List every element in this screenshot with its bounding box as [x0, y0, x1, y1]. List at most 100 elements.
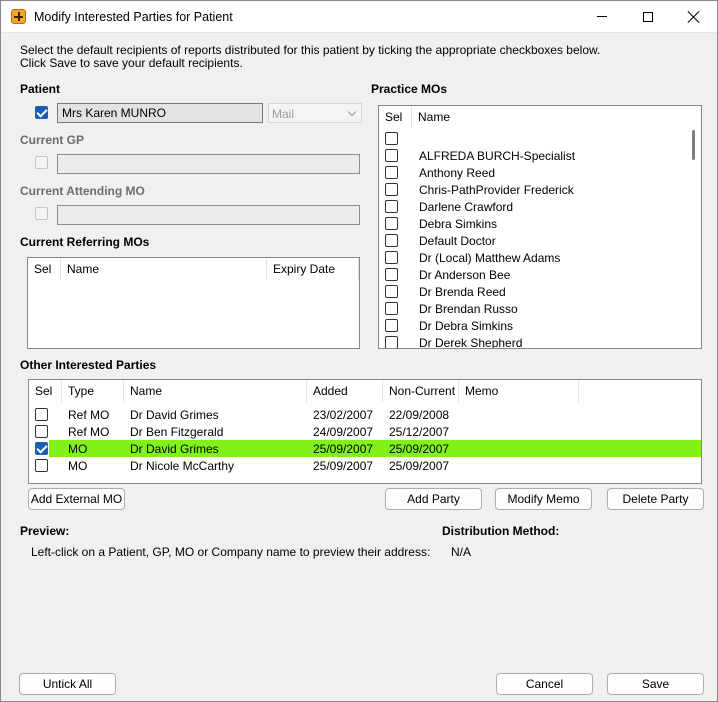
other-parties-list[interactable]: Sel Type Name Added Non-Current Memo Ref…	[28, 379, 702, 484]
mo-name: Default Doctor	[419, 234, 496, 248]
mo-name: Dr Debra Simkins	[419, 319, 514, 333]
row-checkbox[interactable]	[385, 285, 398, 298]
col-header-name[interactable]: Name	[61, 258, 267, 280]
added-cell: 25/09/2007	[313, 459, 374, 473]
mo-name: Dr (Local) Matthew Adams	[419, 251, 561, 265]
row-checkbox[interactable]	[35, 408, 48, 421]
current-gp-checkbox[interactable]	[35, 156, 48, 169]
mo-name: ALFREDA BURCH-Specialist	[419, 149, 576, 163]
vertical-scrollbar[interactable]	[684, 106, 701, 348]
row-checkbox[interactable]	[385, 183, 398, 196]
save-button[interactable]: Save	[607, 673, 704, 695]
practice-mos-label: Practice MOs	[371, 82, 448, 96]
instructions-line-2: Click Save to save your default recipien…	[20, 56, 243, 70]
close-button[interactable]	[671, 1, 717, 32]
row-checkbox[interactable]	[385, 217, 398, 230]
list-item[interactable]: Dr Brenda Reed	[379, 283, 669, 300]
instructions: Select the default recipients of reports…	[20, 44, 600, 70]
preview-label: Preview:	[20, 524, 70, 538]
row-checkbox[interactable]	[385, 234, 398, 247]
list-item[interactable]	[379, 130, 669, 147]
row-checkbox[interactable]	[385, 166, 398, 179]
name-cell: Dr David Grimes	[130, 442, 219, 456]
row-checkbox[interactable]	[385, 132, 398, 145]
table-row[interactable]: MO Dr Nicole McCarthy 25/09/2007 25/09/2…	[29, 457, 701, 474]
list-item[interactable]: Dr Derek Shepherd	[379, 334, 669, 349]
table-row[interactable]: Ref MO Dr David Grimes 23/02/2007 22/09/…	[29, 406, 701, 423]
col-header-sel[interactable]: Sel	[28, 258, 61, 280]
list-item[interactable]: Dr Debra Simkins	[379, 317, 669, 334]
current-gp-field	[57, 154, 360, 174]
patient-name-field: Mrs Karen MUNRO	[57, 103, 263, 123]
title-bar[interactable]: Modify Interested Parties for Patient	[1, 1, 717, 33]
scrollbar-thumb[interactable]	[692, 130, 695, 160]
row-checkbox[interactable]	[385, 251, 398, 264]
row-checkbox[interactable]	[385, 268, 398, 281]
col-header-sel[interactable]: Sel	[379, 106, 412, 128]
mo-name: Dr Derek Shepherd	[419, 336, 523, 349]
type-cell: Ref MO	[68, 408, 110, 422]
current-referring-mos-label: Current Referring MOs	[20, 235, 150, 249]
untick-all-button[interactable]: Untick All	[19, 673, 116, 695]
window-title: Modify Interested Parties for Patient	[34, 10, 233, 24]
list-item[interactable]: Dr Anderson Bee	[379, 266, 669, 283]
col-header-name[interactable]: Name	[124, 380, 307, 402]
col-header-memo[interactable]: Memo	[459, 380, 579, 402]
name-cell: Dr Nicole McCarthy	[130, 459, 235, 473]
name-cell: Dr Ben Fitzgerald	[130, 425, 224, 439]
add-external-mo-button[interactable]: Add External MO	[28, 488, 125, 510]
patient-method-select[interactable]: Mail	[268, 103, 362, 123]
row-checkbox[interactable]	[385, 200, 398, 213]
practice-mos-list[interactable]: Sel Name ALFREDA BURCH-Specialist Anthon…	[378, 105, 702, 349]
modify-memo-button[interactable]: Modify Memo	[495, 488, 592, 510]
patient-checkbox[interactable]	[35, 106, 48, 119]
list-item[interactable]: Anthony Reed	[379, 164, 669, 181]
current-gp-label: Current GP	[20, 133, 85, 147]
orange-cross-icon	[11, 9, 26, 24]
list-item[interactable]: Default Doctor	[379, 232, 669, 249]
distribution-method-value: N/A	[451, 545, 472, 559]
table-row-selected[interactable]: MO Dr David Grimes 25/09/2007 25/09/2007	[29, 440, 701, 457]
col-header-expiry-date[interactable]: Expiry Date	[267, 258, 359, 280]
row-checkbox[interactable]	[385, 319, 398, 332]
other-parties-label: Other Interested Parties	[20, 358, 157, 372]
col-header-non-current[interactable]: Non-Current	[383, 380, 459, 402]
preview-text: Left-click on a Patient, GP, MO or Compa…	[31, 545, 431, 559]
current-attending-mo-label: Current Attending MO	[20, 184, 145, 198]
list-item[interactable]: Dr (Local) Matthew Adams	[379, 249, 669, 266]
current-attending-mo-field	[57, 205, 360, 225]
referring-mos-list[interactable]: Sel Name Expiry Date	[27, 257, 360, 349]
list-item[interactable]: Chris-PathProvider Frederick	[379, 181, 669, 198]
row-checkbox[interactable]	[385, 149, 398, 162]
maximize-button[interactable]	[625, 1, 671, 32]
row-checkbox[interactable]	[385, 336, 398, 348]
col-header-added[interactable]: Added	[307, 380, 383, 402]
row-checkbox[interactable]	[35, 442, 48, 455]
mo-name: Debra Simkins	[419, 217, 498, 231]
list-item[interactable]: ALFREDA BURCH-Specialist	[379, 147, 669, 164]
mo-name: Dr Brendan Russo	[419, 302, 518, 316]
col-header-sel[interactable]: Sel	[29, 380, 62, 402]
non-current-cell: 25/09/2007	[389, 442, 450, 456]
delete-party-button[interactable]: Delete Party	[607, 488, 704, 510]
added-cell: 24/09/2007	[313, 425, 374, 439]
list-item[interactable]: Darlene Crawford	[379, 198, 669, 215]
list-item[interactable]: Dr Brendan Russo	[379, 300, 669, 317]
type-cell: Ref MO	[68, 425, 110, 439]
minimize-button[interactable]	[579, 1, 625, 32]
row-checkbox[interactable]	[35, 425, 48, 438]
col-header-name[interactable]: Name	[412, 106, 685, 128]
row-checkbox[interactable]	[385, 302, 398, 315]
add-party-button[interactable]: Add Party	[385, 488, 482, 510]
table-row[interactable]: Ref MO Dr Ben Fitzgerald 24/09/2007 25/1…	[29, 423, 701, 440]
non-current-cell: 22/09/2008	[389, 408, 450, 422]
name-cell: Dr David Grimes	[130, 408, 219, 422]
minimize-icon	[597, 16, 607, 17]
col-header-type[interactable]: Type	[62, 380, 124, 402]
distribution-method-label: Distribution Method:	[442, 524, 560, 538]
close-icon	[688, 11, 700, 23]
list-item[interactable]: Debra Simkins	[379, 215, 669, 232]
row-checkbox[interactable]	[35, 459, 48, 472]
current-attending-mo-checkbox[interactable]	[35, 207, 48, 220]
cancel-button[interactable]: Cancel	[496, 673, 593, 695]
